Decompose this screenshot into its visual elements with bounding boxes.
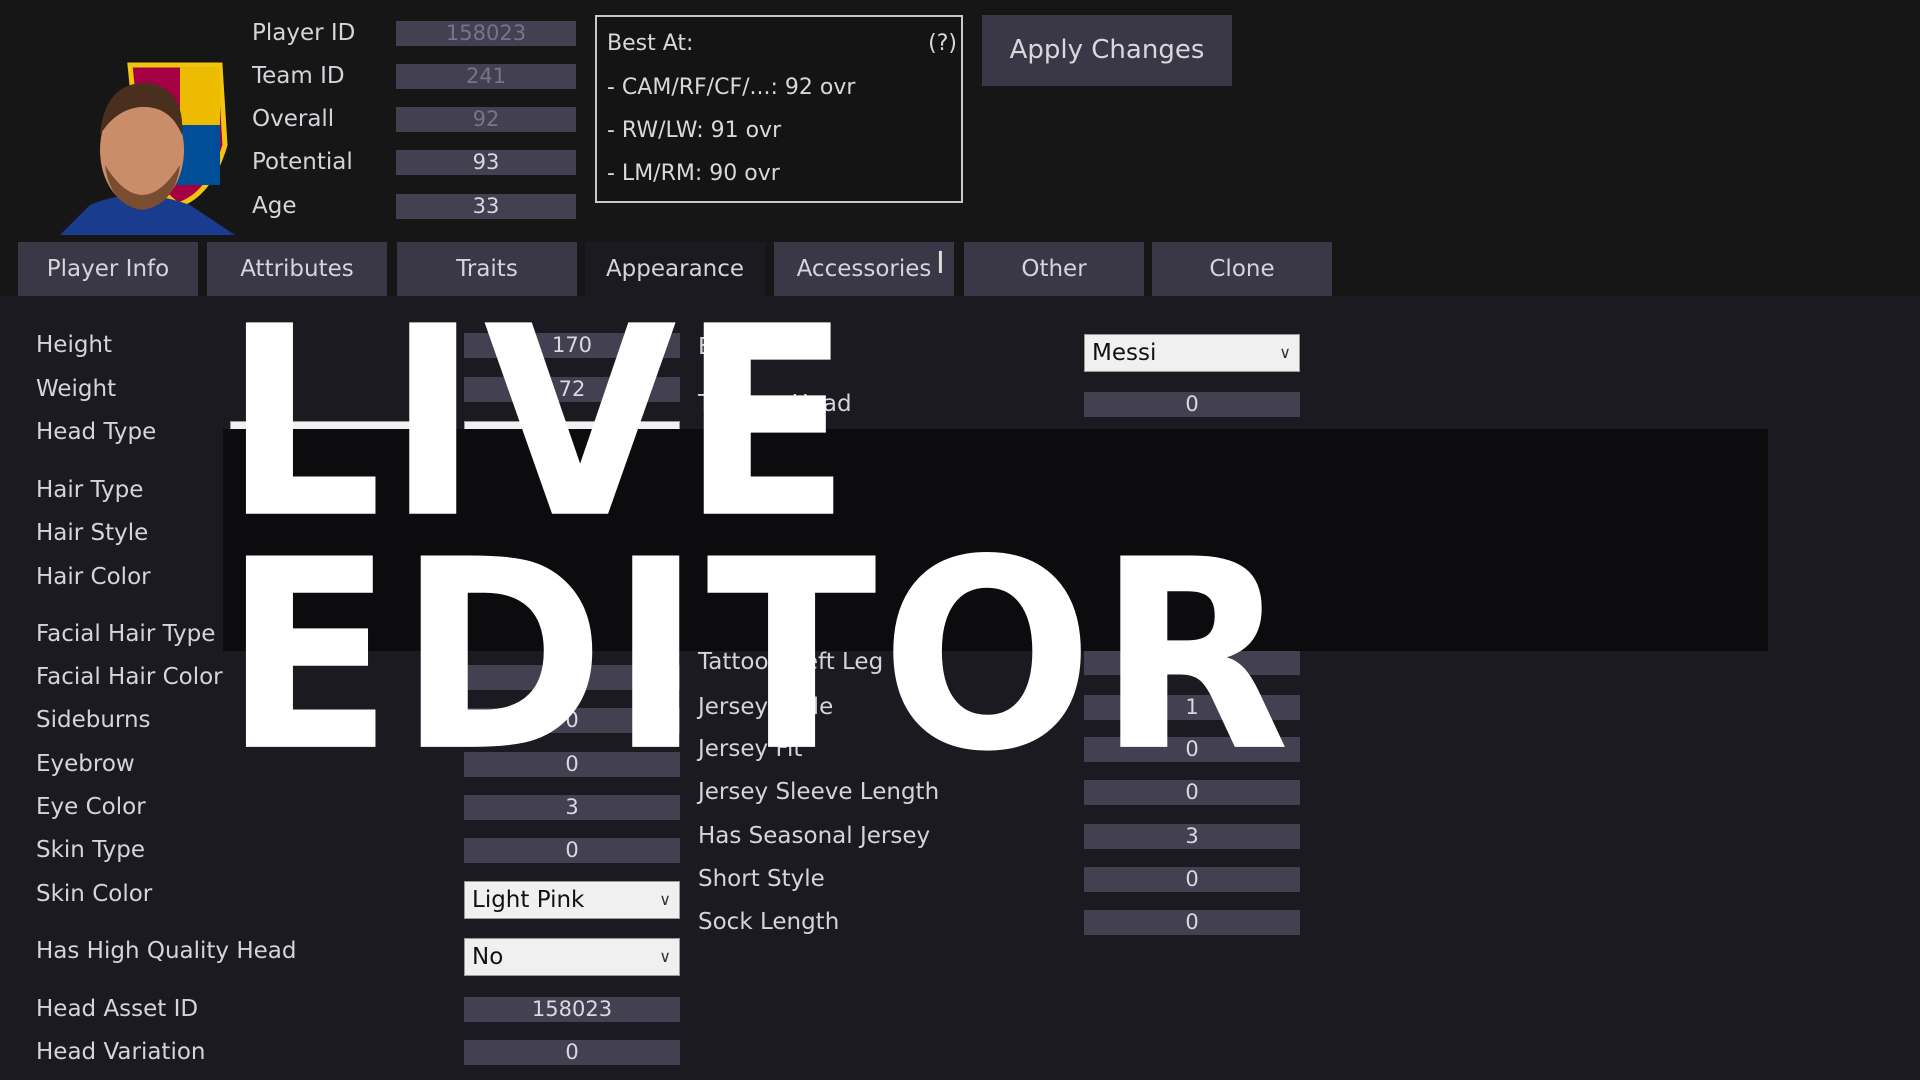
field-input[interactable]: 158023	[464, 997, 680, 1022]
header-field-label: Age	[252, 193, 297, 219]
player-photo	[60, 55, 235, 235]
header-field-input[interactable]: 241	[396, 64, 576, 89]
tab-clone[interactable]: Clone	[1152, 242, 1332, 296]
dropdown-value: Light Pink	[472, 887, 585, 913]
field-label: Head Variation	[36, 1039, 206, 1065]
field-label: Eyebrow	[36, 751, 135, 777]
best-at-box: Best At: (?) - CAM/RF/CF/...: 92 ovr - R…	[595, 15, 963, 203]
tab-other[interactable]: Other	[964, 242, 1144, 296]
field-label: Sideburns	[36, 707, 151, 733]
field-input[interactable]: 0	[1084, 910, 1300, 935]
field-label: Height	[36, 332, 113, 358]
field-label: Head Type	[36, 419, 157, 445]
header-field-label: Potential	[252, 149, 353, 175]
field-label: Has Seasonal Jersey	[698, 823, 931, 849]
field-input[interactable]: 3	[1084, 824, 1300, 849]
dropdown[interactable]: Light Pink ∨	[464, 881, 680, 919]
apply-changes-button[interactable]: Apply Changes	[982, 15, 1232, 86]
best-at-title: Best At:	[607, 31, 694, 56]
help-button[interactable]: (?)	[928, 31, 957, 56]
chevron-down-icon: ∨	[659, 947, 671, 966]
field-label: Skin Color	[36, 881, 153, 907]
field-input[interactable]: 0	[1084, 867, 1300, 892]
dropdown[interactable]: No ∨	[464, 938, 680, 976]
header-field-label: Player ID	[252, 20, 356, 46]
field-label: Sock Length	[698, 909, 840, 935]
field-label: Hair Style	[36, 520, 149, 546]
header-field-label: Team ID	[252, 63, 345, 89]
field-input[interactable]: 0	[464, 1040, 680, 1065]
header-field-input[interactable]: 92	[396, 107, 576, 132]
field-label: Hair Type	[36, 477, 144, 503]
tab-player-info[interactable]: Player Info	[18, 242, 198, 296]
header-field-input[interactable]: 158023	[396, 21, 576, 46]
field-label: Has High Quality Head	[36, 938, 297, 964]
dropdown-value: No	[472, 944, 504, 970]
banner-text: LIVE EDITOR	[223, 270, 1294, 809]
field-label: Eye Color	[36, 794, 146, 820]
field-input[interactable]: 0	[464, 838, 680, 863]
header-field-input[interactable]: 93	[396, 150, 576, 175]
text-cursor-icon: I	[936, 246, 945, 281]
best-at-line: - RW/LW: 91 ovr	[607, 118, 782, 143]
header-field-label: Overall	[252, 106, 335, 132]
field-label: Facial Hair Color	[36, 664, 223, 690]
field-label: Weight	[36, 376, 117, 402]
live-editor-banner: LIVE EDITOR	[223, 292, 1768, 787]
best-at-line: - CAM/RF/CF/...: 92 ovr	[607, 75, 856, 100]
field-label: Short Style	[698, 866, 825, 892]
field-label: Facial Hair Type	[36, 621, 216, 647]
header-field-input[interactable]: 33	[396, 194, 576, 219]
field-label: Skin Type	[36, 837, 146, 863]
field-label: Head Asset ID	[36, 996, 199, 1022]
best-at-line: - LM/RM: 90 ovr	[607, 161, 780, 186]
field-label: Hair Color	[36, 564, 151, 590]
chevron-down-icon: ∨	[659, 890, 671, 909]
